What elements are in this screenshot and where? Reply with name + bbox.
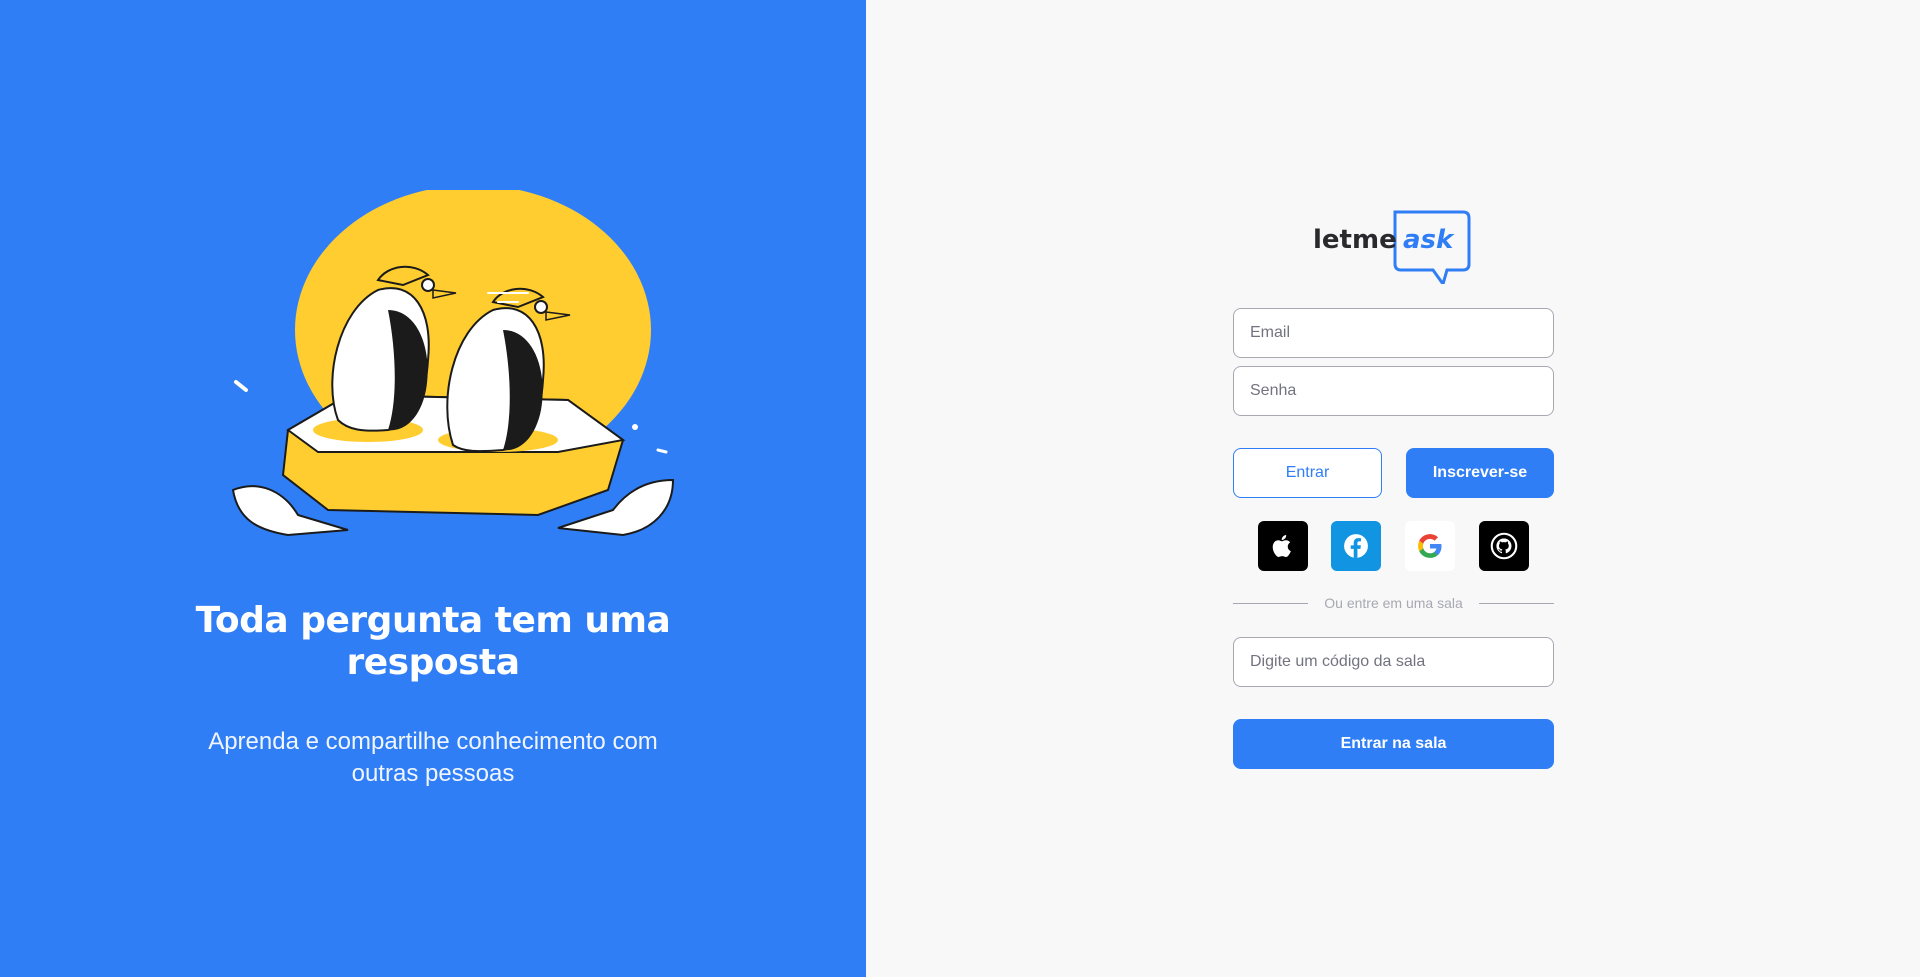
email-input[interactable] (1233, 308, 1554, 358)
hero-title-line1: Toda pergunta tem uma (195, 600, 671, 641)
facebook-login-button[interactable] (1331, 521, 1381, 571)
apple-login-button[interactable] (1258, 521, 1308, 571)
hero-subtitle: Aprenda e compartilhe conhecimento com o… (0, 726, 866, 790)
google-login-button[interactable] (1405, 521, 1455, 571)
join-room-button[interactable]: Entrar na sala (1233, 719, 1554, 769)
apple-icon (1272, 534, 1291, 557)
hero-subtitle-line2: outras pessoas (351, 760, 515, 787)
room-divider-label: Ou entre em uma sala (1324, 595, 1463, 611)
github-login-button[interactable] (1479, 521, 1529, 571)
room-code-input[interactable] (1233, 637, 1554, 687)
letmeask-logo: letme ask (1313, 210, 1471, 284)
main-panel: letme ask Entrar Inscrever-se (866, 0, 1920, 977)
logo-word-ask: ask (1403, 225, 1455, 255)
logo-word-letme: letme (1313, 225, 1397, 255)
google-icon (1418, 534, 1442, 558)
room-divider: Ou entre em uma sala (1233, 595, 1554, 611)
hero-title: Toda pergunta tem uma resposta (0, 600, 866, 684)
signup-button[interactable]: Inscrever-se (1406, 448, 1554, 498)
github-icon (1490, 532, 1518, 560)
password-input[interactable] (1233, 366, 1554, 416)
facebook-icon (1344, 534, 1368, 558)
login-button[interactable]: Entrar (1233, 448, 1382, 498)
hero-panel: Toda pergunta tem uma resposta Aprenda e… (0, 0, 866, 977)
hero-subtitle-line1: Aprenda e compartilhe conhecimento com (208, 728, 658, 755)
penguins-illustration (231, 190, 675, 537)
hero-title-line2: resposta (346, 642, 520, 683)
